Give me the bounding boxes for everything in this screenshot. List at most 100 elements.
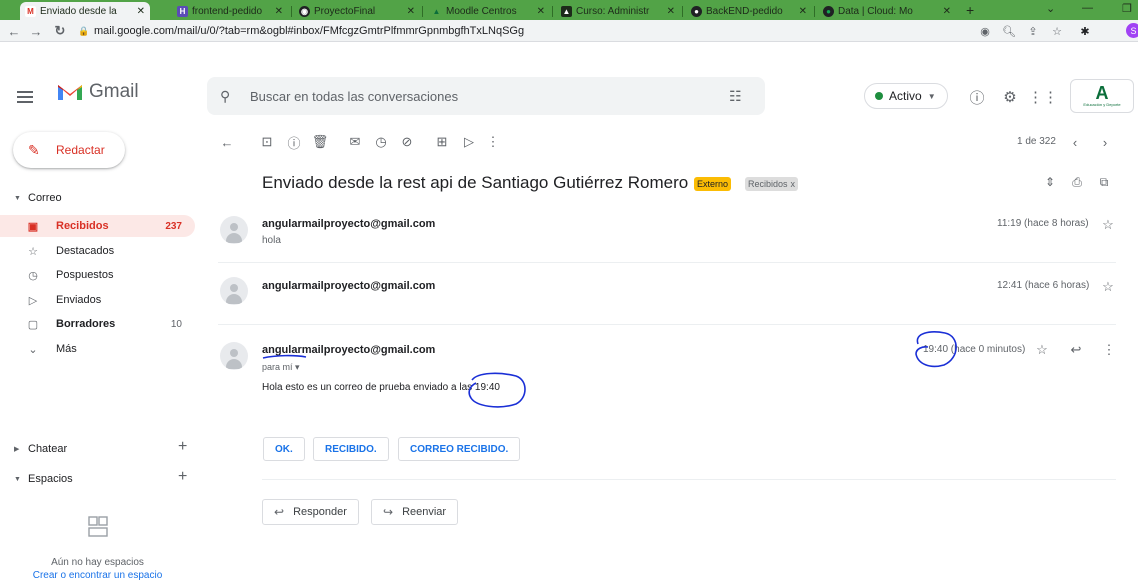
close-icon[interactable]: ✕ bbox=[537, 6, 545, 17]
search-icon[interactable]: ⚲ bbox=[220, 88, 240, 105]
browser-tab-moodle[interactable]: ▲ Moodle Centros ✕ bbox=[426, 3, 550, 20]
message-sender[interactable]: angularmailproyecto@gmail.com bbox=[262, 280, 435, 292]
eye-icon[interactable]: ◉ bbox=[978, 24, 992, 38]
tab-search-chevron-icon[interactable]: ⌄ bbox=[1046, 2, 1055, 15]
browser-tab-frontend[interactable]: H frontend-pedido ✕ bbox=[172, 3, 288, 20]
gmail-m-icon bbox=[58, 85, 82, 100]
recipient-details[interactable]: para mí ▾ bbox=[262, 362, 300, 373]
star-icon[interactable]: ☆ bbox=[1034, 342, 1050, 358]
browser-tab-mongodb[interactable]: ● Data | Cloud: Mo ✕ bbox=[818, 3, 956, 20]
browser-tab-gmail[interactable]: M Enviado desde la ✕ bbox=[20, 2, 150, 20]
new-tab-icon[interactable]: + bbox=[966, 2, 974, 18]
star-icon[interactable]: ☆ bbox=[1101, 279, 1115, 294]
message-sender[interactable]: angularmailproyecto@gmail.com bbox=[262, 344, 435, 356]
open-new-window-icon[interactable]: ⧉ bbox=[1096, 174, 1112, 190]
smart-reply-label: RECIBIDO. bbox=[325, 443, 377, 455]
browser-tab-curso[interactable]: ▲ Curso: Administr ✕ bbox=[556, 3, 680, 20]
message-snippet[interactable]: hola bbox=[262, 235, 281, 246]
smart-reply-received-button[interactable]: RECIBIDO. bbox=[313, 437, 389, 461]
forward-arrow-icon[interactable]: → bbox=[28, 23, 44, 39]
address-bar[interactable]: 🔒 mail.google.com/mail/u/0/?tab=rm&ogbl#… bbox=[78, 23, 958, 39]
minimize-icon[interactable]: — bbox=[1082, 2, 1093, 14]
older-chevron-right-icon[interactable]: › bbox=[1096, 133, 1114, 151]
restore-icon[interactable]: ❐ bbox=[1122, 2, 1132, 15]
inbox-icon: ▣ bbox=[27, 220, 39, 233]
message-sender[interactable]: angularmailproyecto@gmail.com bbox=[262, 218, 435, 230]
extensions-puzzle-icon[interactable]: ✱ bbox=[1078, 24, 1092, 38]
smart-reply-mail-received-button[interactable]: CORREO RECIBIDO. bbox=[398, 437, 521, 461]
browser-tab-proyectofinal[interactable]: ◉ ProyectoFinal ✕ bbox=[294, 3, 420, 20]
newer-chevron-left-icon[interactable]: ‹ bbox=[1066, 133, 1084, 151]
smart-reply-ok-button[interactable]: OK. bbox=[263, 437, 305, 461]
bookmark-star-icon[interactable]: ☆ bbox=[1050, 24, 1064, 38]
browser-tab-strip: M Enviado desde la ✕ H frontend-pedido ✕… bbox=[0, 0, 1138, 20]
status-selector[interactable]: Activo ▼ bbox=[864, 83, 948, 109]
tab-separator bbox=[422, 6, 423, 17]
recipient-label: para mí bbox=[262, 362, 293, 372]
expand-collapse-icon[interactable]: ⇕ bbox=[1042, 174, 1058, 190]
reload-icon[interactable]: ↻ bbox=[52, 23, 68, 39]
browser-tab-backend[interactable]: ● BackEND-pedido ✕ bbox=[686, 3, 812, 20]
sidebar-item-snoozed[interactable]: ◷ Pospuestos bbox=[0, 264, 195, 286]
close-icon[interactable]: ✕ bbox=[407, 6, 415, 17]
label-tag-icon[interactable]: ▷ bbox=[460, 133, 478, 151]
section-label: Chatear bbox=[28, 443, 68, 455]
tab-label: frontend-pedido bbox=[192, 6, 263, 17]
mark-unread-icon[interactable]: ✉ bbox=[346, 133, 364, 151]
more-vertical-icon[interactable]: ⋮ bbox=[1101, 342, 1117, 358]
reply-button[interactable]: ↩ Responder bbox=[262, 499, 359, 525]
sidebar-item-inbox[interactable]: ▣ Recibidos 237 bbox=[0, 215, 195, 237]
add-space-plus-icon[interactable]: + bbox=[178, 468, 187, 486]
move-to-icon[interactable]: ⊞ bbox=[433, 133, 451, 151]
main-menu-icon[interactable] bbox=[14, 86, 36, 108]
profile-avatar[interactable]: S bbox=[1126, 23, 1138, 38]
back-arrow-icon[interactable]: ← bbox=[6, 23, 22, 39]
create-space-link[interactable]: Crear o encontrar un espacio bbox=[0, 570, 195, 581]
section-spaces[interactable]: ▼ Espacios bbox=[14, 473, 73, 485]
search-bar[interactable]: ⚲ Buscar en todas las conversaciones ☷ bbox=[207, 77, 765, 115]
search-input[interactable]: Buscar en todas las conversaciones bbox=[250, 89, 729, 104]
message-divider bbox=[218, 324, 1116, 325]
close-icon[interactable]: ✕ bbox=[799, 6, 807, 17]
snooze-clock-icon[interactable]: ◷ bbox=[372, 133, 390, 151]
reply-arrow-icon[interactable]: ↩ bbox=[1068, 342, 1084, 358]
print-icon[interactable]: ⎙ bbox=[1069, 174, 1085, 190]
sidebar-item-label: Destacados bbox=[56, 245, 115, 257]
close-icon[interactable]: ✕ bbox=[137, 6, 145, 17]
sidebar-item-drafts[interactable]: ▢ Borradores 10 bbox=[0, 313, 195, 335]
close-icon[interactable]: ✕ bbox=[275, 6, 283, 17]
more-options-icon[interactable]: ⋮ bbox=[484, 133, 502, 151]
sidebar-item-more[interactable]: ⌄ Más bbox=[0, 338, 195, 360]
curso-favicon: ▲ bbox=[561, 6, 572, 17]
report-spam-icon[interactable]: ⓘ bbox=[285, 133, 303, 151]
tab-label: Enviado desde la bbox=[40, 5, 117, 17]
gmail-logo[interactable]: Gmail bbox=[57, 81, 139, 103]
settings-gear-icon[interactable]: ⚙ bbox=[1001, 88, 1019, 106]
section-mail[interactable]: ▼ Correo bbox=[14, 192, 62, 204]
add-to-tasks-icon[interactable]: ⊘ bbox=[398, 133, 416, 151]
chevron-down-icon: ⌄ bbox=[28, 343, 38, 356]
zoom-icon[interactable]: 🔍︎ bbox=[1002, 24, 1016, 38]
back-to-inbox-icon[interactable]: ← bbox=[218, 133, 236, 151]
inbox-label-chip[interactable]: Recibidos x bbox=[745, 177, 799, 191]
close-icon[interactable]: ✕ bbox=[943, 6, 951, 17]
share-icon[interactable]: ⇪ bbox=[1026, 24, 1040, 38]
help-icon[interactable]: ⓘ bbox=[968, 88, 986, 107]
remove-label-close-icon[interactable]: x bbox=[791, 179, 796, 189]
archive-icon[interactable]: ⊡ bbox=[258, 133, 276, 151]
add-chat-plus-icon[interactable]: + bbox=[178, 438, 187, 456]
search-options-icon[interactable]: ☷ bbox=[729, 88, 749, 105]
sidebar-item-sent[interactable]: ▷ Enviados bbox=[0, 289, 195, 311]
sidebar-item-starred[interactable]: ☆ Destacados bbox=[0, 240, 195, 262]
tab-separator bbox=[291, 6, 292, 17]
forward-button[interactable]: ↪ Reenviar bbox=[371, 499, 459, 525]
compose-button[interactable]: ✎ Redactar bbox=[13, 132, 125, 168]
delete-trash-icon[interactable]: 🗑︎ bbox=[311, 133, 329, 151]
star-icon: ☆ bbox=[28, 245, 38, 258]
organization-badge[interactable]: A Educación y Deporte bbox=[1070, 79, 1134, 113]
section-chat[interactable]: ▶ Chatear bbox=[14, 443, 67, 455]
message-time: 12:41 (hace 6 horas) bbox=[997, 280, 1090, 291]
apps-grid-icon[interactable]: ⋮⋮ bbox=[1028, 88, 1058, 106]
close-icon[interactable]: ✕ bbox=[667, 6, 675, 17]
star-icon[interactable]: ☆ bbox=[1101, 217, 1115, 232]
